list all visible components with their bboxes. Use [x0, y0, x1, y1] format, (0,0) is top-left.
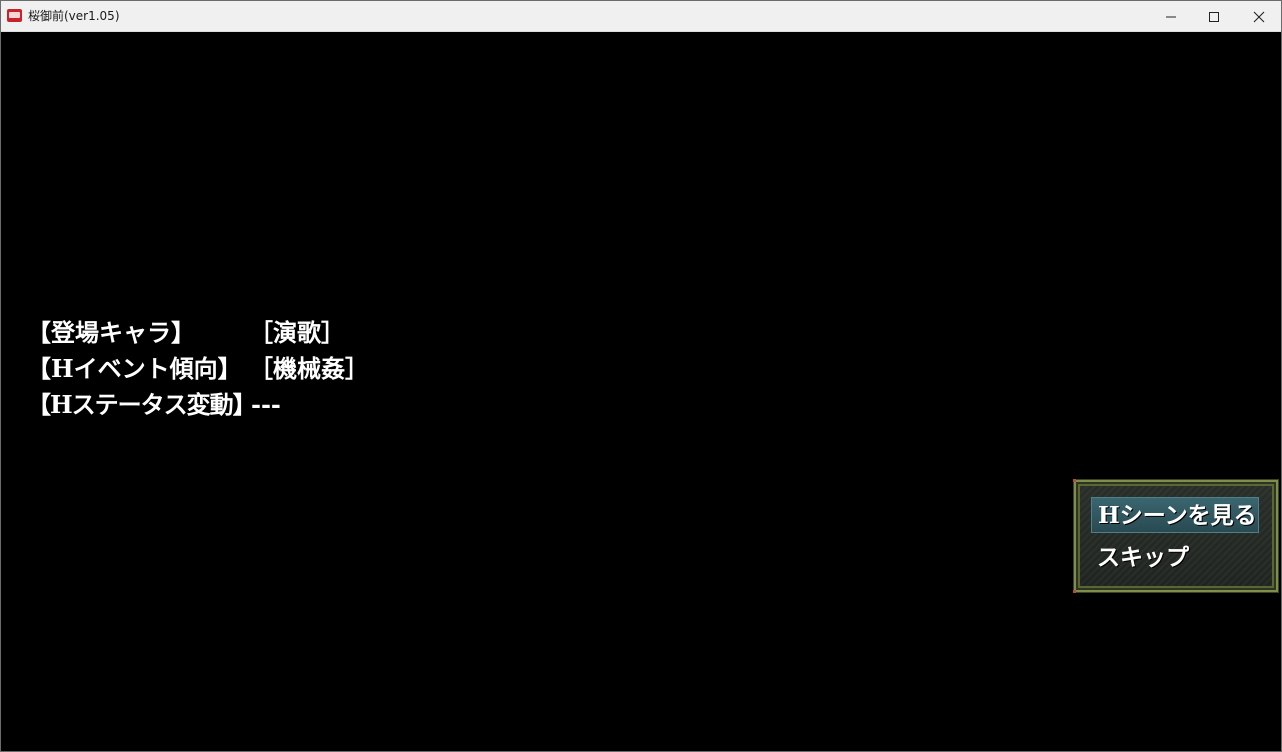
- info-label-status-change: 【Hステータス変動】: [27, 390, 257, 419]
- frame-corner-top-left: [1073, 479, 1076, 482]
- menu-item-skip[interactable]: スキップ: [1091, 540, 1259, 576]
- info-value-event-tendency: ［機械姦］: [249, 354, 369, 383]
- info-value-status-change: ---: [251, 390, 281, 419]
- info-value-characters: ［演歌］: [249, 318, 345, 347]
- title-bar[interactable]: 桜御前(ver1.05): [1, 1, 1281, 32]
- game-window: 桜御前(ver1.05) 【登場キャラ】 ［演歌］ 【Hイベント傾向】 ［機械姦…: [0, 0, 1282, 752]
- menu-item-view-h-scene[interactable]: Hシーンを見る: [1091, 497, 1259, 533]
- menu-item-view-h-scene-label: Hシーンを見る: [1098, 502, 1257, 529]
- maximize-button[interactable]: [1191, 1, 1237, 31]
- menu-item-skip-label: スキップ: [1097, 544, 1189, 571]
- window-title: 桜御前(ver1.05): [28, 9, 120, 23]
- frame-corner-bottom-left: [1073, 590, 1076, 593]
- minimize-icon: [1166, 16, 1176, 18]
- info-label-characters: 【登場キャラ】: [27, 318, 195, 347]
- minimize-button[interactable]: [1148, 1, 1194, 31]
- app-icon: [7, 9, 22, 22]
- close-icon: [1253, 11, 1265, 23]
- info-label-event-tendency: 【Hイベント傾向】: [27, 354, 242, 383]
- maximize-icon: [1209, 12, 1219, 22]
- close-button[interactable]: [1236, 1, 1282, 31]
- choice-menu: Hシーンを見る スキップ: [1073, 479, 1279, 593]
